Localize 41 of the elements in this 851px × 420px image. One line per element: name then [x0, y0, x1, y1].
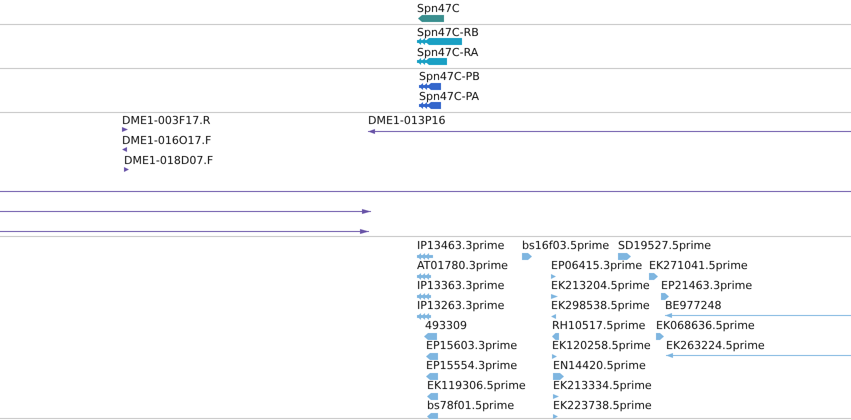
feature-label[interactable]: EK223738.5prime: [553, 399, 652, 412]
feature-line[interactable]: [368, 128, 851, 135]
feature-label[interactable]: Spn47C-RA: [417, 46, 478, 59]
feature-label[interactable]: RH10517.5prime: [552, 319, 646, 332]
feature-arrow[interactable]: [124, 166, 129, 173]
feature-label[interactable]: EN14420.5prime: [553, 359, 646, 372]
feature-label[interactable]: DME1-016O17.F: [122, 134, 212, 147]
feature-label[interactable]: bs78f01.5prime: [427, 399, 514, 412]
feature-label[interactable]: EK068636.5prime: [656, 319, 755, 332]
feature-label[interactable]: Spn47C-PA: [419, 90, 480, 103]
feature-label[interactable]: EP21463.3prime: [661, 279, 752, 292]
feature-label[interactable]: BE977248: [665, 299, 722, 312]
feature-label[interactable]: bs16f03.5prime: [522, 239, 610, 252]
feature-label[interactable]: Spn47C-RB: [417, 26, 479, 39]
feature-label[interactable]: AT01780.3prime: [417, 259, 508, 272]
feature-label[interactable]: DME1-018D07.F: [124, 154, 214, 167]
feature-label[interactable]: EP15603.3prime: [426, 339, 518, 352]
feature-label[interactable]: EP15554.3prime: [426, 359, 518, 372]
feature-label[interactable]: EK298538.5prime: [551, 299, 650, 312]
feature-label[interactable]: EK271041.5prime: [649, 259, 748, 272]
feature-line[interactable]: [0, 228, 369, 235]
feature-label[interactable]: IP13363.3prime: [417, 279, 504, 292]
feature-label[interactable]: SD19527.5prime: [618, 239, 711, 252]
feature-label[interactable]: 493309: [425, 319, 467, 332]
feature-line[interactable]: [0, 188, 851, 195]
feature-label[interactable]: EK120258.5prime: [552, 339, 651, 352]
feature-label[interactable]: EK119306.5prime: [427, 379, 526, 392]
feature-label[interactable]: Spn47C-PB: [419, 70, 480, 83]
feature-label[interactable]: Spn47C: [417, 2, 460, 15]
feature-label[interactable]: IP13463.3prime: [417, 239, 504, 252]
feature-label[interactable]: EP06415.3prime: [551, 259, 642, 272]
feature-arrow[interactable]: [418, 15, 444, 22]
feature-label[interactable]: EK263224.5prime: [666, 339, 765, 352]
feature-label[interactable]: EK213204.5prime: [551, 279, 650, 292]
feature-arrow[interactable]: [122, 146, 127, 153]
feature-line[interactable]: [0, 208, 371, 215]
feature-label[interactable]: EK213334.5prime: [553, 379, 652, 392]
feature-label[interactable]: DME1-003F17.R: [122, 114, 210, 127]
feature-label[interactable]: DME1-013P16: [368, 114, 446, 127]
feature-label[interactable]: IP13263.3prime: [417, 299, 504, 312]
feature-arrow[interactable]: [122, 126, 128, 133]
